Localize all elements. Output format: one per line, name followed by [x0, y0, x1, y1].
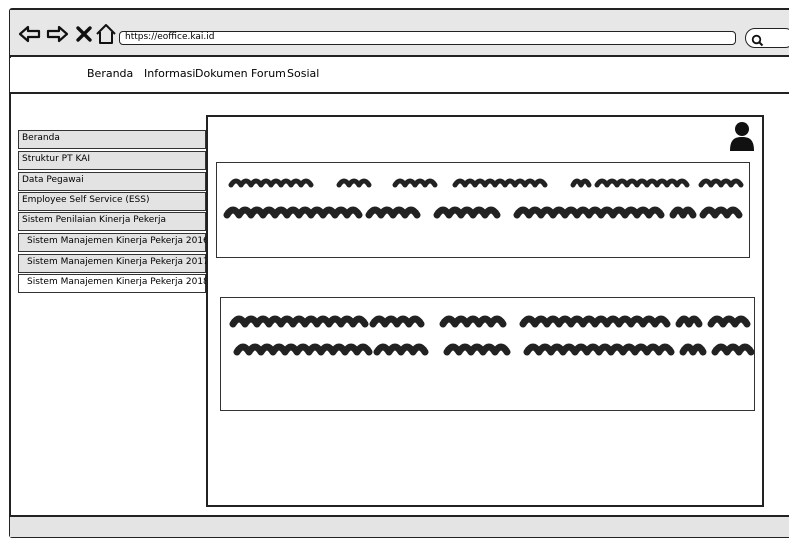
- scribble-text-placeholder: [229, 315, 754, 356]
- sidebar-item-smk-2018[interactable]: Sistem Manajemen Kinerja Pekerja 2018: [18, 274, 209, 293]
- menu-item-forum[interactable]: Forum: [251, 67, 286, 81]
- url-text: https://eoffice.kai.id: [125, 32, 215, 42]
- status-bar: [10, 515, 789, 537]
- sidebar-item-smk-2017[interactable]: Sistem Manajemen Kinerja Pekerja 2017: [18, 254, 209, 273]
- user-avatar-icon[interactable]: [728, 120, 756, 152]
- sidebar-item-penilaian-kinerja[interactable]: Sistem Penilaian Kinerja Pekerja: [18, 212, 206, 231]
- scribble-text-placeholder: [223, 178, 744, 219]
- menu-item-informasi[interactable]: Informasi: [144, 67, 195, 81]
- menu-item-beranda[interactable]: Beranda: [87, 67, 133, 81]
- search-icon: [751, 32, 764, 51]
- home-icon[interactable]: [94, 22, 118, 46]
- sidebar-item-data-pegawai[interactable]: Data Pegawai: [18, 172, 206, 191]
- forward-arrow-icon[interactable]: [45, 22, 69, 46]
- url-bar[interactable]: https://eoffice.kai.id: [119, 31, 736, 45]
- back-arrow-icon[interactable]: [18, 22, 42, 46]
- sidebar-item-struktur[interactable]: Struktur PT KAI: [18, 151, 206, 170]
- sidebar-item-beranda[interactable]: Beranda: [18, 130, 206, 149]
- text-block-2: [220, 297, 755, 411]
- text-block-1: [216, 162, 750, 258]
- close-x-icon[interactable]: [72, 22, 96, 46]
- menu-item-sosial[interactable]: Sosial: [287, 67, 319, 81]
- sidebar-item-smk-2016[interactable]: Sistem Manajemen Kinerja Pekerja 2016: [18, 233, 209, 252]
- search-box[interactable]: [745, 28, 789, 48]
- menu-item-dokumen[interactable]: Dokumen: [195, 67, 248, 81]
- sidebar-item-ess[interactable]: Employee Self Service (ESS): [18, 192, 206, 211]
